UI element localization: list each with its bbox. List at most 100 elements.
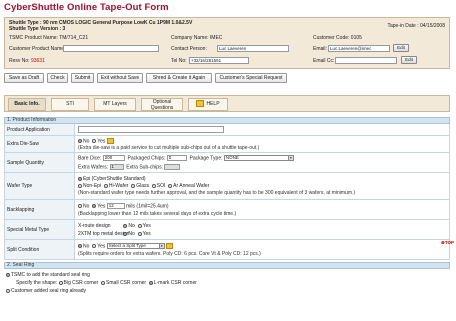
ztm-yes-radio[interactable] (137, 231, 142, 236)
sample-quantity-label: Sample Quantity (5, 153, 75, 172)
tapein-date: Tape-in Date : 04/15/2008 (387, 23, 445, 29)
help-icon (196, 100, 205, 108)
contact-person-input[interactable]: Luc Laeveren (217, 45, 289, 52)
seal-ring-lmark-label: L-mark CSR corner (153, 280, 197, 286)
submit-button[interactable]: Submit (71, 73, 94, 83)
backlapping-unit: mils (1mil=25.4um) (126, 203, 169, 210)
backlapping-yes-radio[interactable] (92, 203, 97, 208)
email-cc-label: Email Cc: (313, 58, 335, 64)
wafer-glass-radio[interactable] (131, 183, 136, 188)
split-yes-label: Yes (97, 243, 106, 250)
email-cc-input[interactable] (335, 57, 397, 64)
row-backlapping: Backlapping No Yes 12 mils (1mil=25.4um)… (4, 200, 450, 220)
tel-label: Tel No: (171, 58, 187, 64)
special-request-button[interactable]: Customer's Special Request (215, 73, 287, 83)
wafer-epi-radio[interactable] (78, 176, 82, 181)
wafer-type-epi: Epi (CyberShuttle Standard) (78, 176, 146, 182)
xroute-yes-radio[interactable] (137, 223, 142, 228)
exit-without-save-button[interactable]: Exit without Save (97, 73, 143, 83)
bare-dice-input[interactable]: 200 (102, 155, 125, 161)
seal-ring-big-csr-radio[interactable] (58, 280, 63, 285)
customer-code: Customer Code: 0105 (313, 35, 362, 41)
xroute-line: X-route design No Yes (78, 223, 151, 229)
row-split-condition: Split Condition No Yes Select a Split Ty… (4, 240, 450, 260)
packaged-chips-input[interactable]: 0 (166, 155, 187, 161)
tel-input[interactable]: +32/16/281551 (189, 57, 249, 64)
split-condition-label: Split Condition (5, 240, 75, 259)
seal-ring-lmark-radio[interactable] (148, 280, 153, 285)
extra-die-saw-no-radio[interactable] (78, 138, 82, 143)
save-draft-button[interactable]: Save as Draft (4, 73, 44, 83)
wafer-ar-anneal-radio[interactable] (168, 183, 173, 188)
section-product-information: 1. Product Information (4, 117, 450, 124)
wafer-type-note: (Non-standard wafer type needs further a… (78, 190, 356, 196)
customer-product-label: Customer Product Name: (9, 46, 66, 52)
package-type-select[interactable]: NONE ▼ (223, 155, 294, 161)
email-edit-button[interactable]: Edit (393, 44, 409, 52)
extra-die-saw-label: Extra Die-Saw (5, 136, 75, 152)
extra-wafers-label: Extra Wafers: (78, 164, 109, 171)
shuttle-version: Shuttle Type Version : 3 (9, 26, 66, 32)
chevron-down-icon: ▼ (158, 244, 164, 248)
wafer-hi-label: Hi-Wafer (108, 183, 129, 189)
wafer-soi-radio[interactable] (151, 183, 156, 188)
extra-die-saw-yes-radio[interactable] (92, 138, 97, 143)
backlapping-note: (Backlapping lower than 12 mils takes se… (78, 211, 237, 217)
ztm-no-label: No (128, 231, 135, 237)
xroute-no-label: No (128, 223, 135, 229)
tab-help[interactable]: HELP (188, 98, 228, 111)
package-type-value: NONE (225, 155, 239, 160)
backlapping-yes-label: Yes (97, 203, 106, 210)
product-application-label: Product Application (5, 124, 75, 135)
split-no-radio[interactable] (78, 243, 82, 248)
shred-create-button[interactable]: Shred & Create it Again (146, 73, 212, 83)
wafer-hi-radio[interactable] (103, 183, 108, 188)
seal-ring-small-csr-radio[interactable] (101, 280, 106, 285)
tab-optional-questions[interactable]: Optional Questions (141, 98, 183, 111)
backlapping-no-radio[interactable] (78, 203, 82, 208)
ztm-yes-label: Yes (142, 231, 151, 237)
split-type-select[interactable]: Select a Split Type ▼ (106, 243, 165, 249)
tab-basic-info[interactable]: Basic Info. (8, 98, 46, 111)
top-link[interactable]: ⊗TOP (441, 240, 454, 246)
seal-ring-customer-radio[interactable] (6, 288, 10, 293)
help-icon[interactable] (106, 138, 114, 144)
resv-no: Resv No: 93631 (9, 58, 45, 64)
extra-die-saw-options: No Yes (78, 138, 116, 144)
xroute-no-radio[interactable] (123, 223, 128, 228)
tab-sti[interactable]: STI (51, 98, 89, 111)
ztm-no-radio[interactable] (123, 231, 128, 236)
split-yes-radio[interactable] (92, 243, 97, 248)
resv-no-value: 93631 (30, 58, 45, 64)
resv-no-label: Resv No: (9, 58, 31, 64)
backlapping-mils-input[interactable]: 12 (106, 203, 125, 209)
backlapping-no-label: No (83, 203, 90, 210)
seal-ring-tsmc-label: TSMC to add the standard seal ring (11, 272, 90, 278)
row-special-metal: Special Metal Type X-route design No Yes… (4, 220, 450, 240)
seal-ring-tsmc-radio[interactable] (6, 272, 10, 277)
help-icon[interactable] (166, 243, 174, 249)
product-application-input[interactable] (78, 126, 224, 133)
shuttle-info-panel: Shuttle Type : 90 nm CMOS LOGIC General … (4, 17, 450, 69)
email-cc-edit-button[interactable]: Edit (401, 56, 417, 64)
wafer-soi-label: SOI (156, 183, 166, 189)
extra-die-saw-note: (Extra die-saw is a paid service to cut … (78, 145, 260, 151)
ztm-label: 2XTM top metal design (78, 231, 130, 237)
page-title: CyberShuttle Online Tape-Out Form (4, 2, 169, 13)
customer-product-input[interactable] (63, 45, 159, 52)
tab-bar: Basic Info. STI MT Layers Optional Questi… (4, 95, 450, 112)
row-extra-die-saw: Extra Die-Saw No Yes (Extra die-saw is a… (4, 136, 450, 153)
extra-wafers-input[interactable]: 1 (109, 164, 124, 170)
wafer-non-epi-radio[interactable] (78, 183, 82, 188)
backlapping-label: Backlapping (5, 200, 75, 219)
tab-mt-layers[interactable]: MT Layers (94, 98, 136, 111)
check-button[interactable]: Check (47, 73, 68, 83)
extra-subchips-input[interactable] (164, 164, 181, 170)
extra-die-saw-no-label: No (83, 138, 90, 145)
wafer-epi-label: Epi (CyberShuttle Standard) (83, 176, 146, 182)
split-no-label: No (83, 243, 90, 250)
xroute-yes-label: Yes (142, 223, 151, 229)
tab-help-label: HELP (206, 101, 220, 107)
wafer-glass-label: Glass (136, 183, 149, 189)
email-input[interactable]: Luc.Laeveren@imec (328, 45, 390, 52)
